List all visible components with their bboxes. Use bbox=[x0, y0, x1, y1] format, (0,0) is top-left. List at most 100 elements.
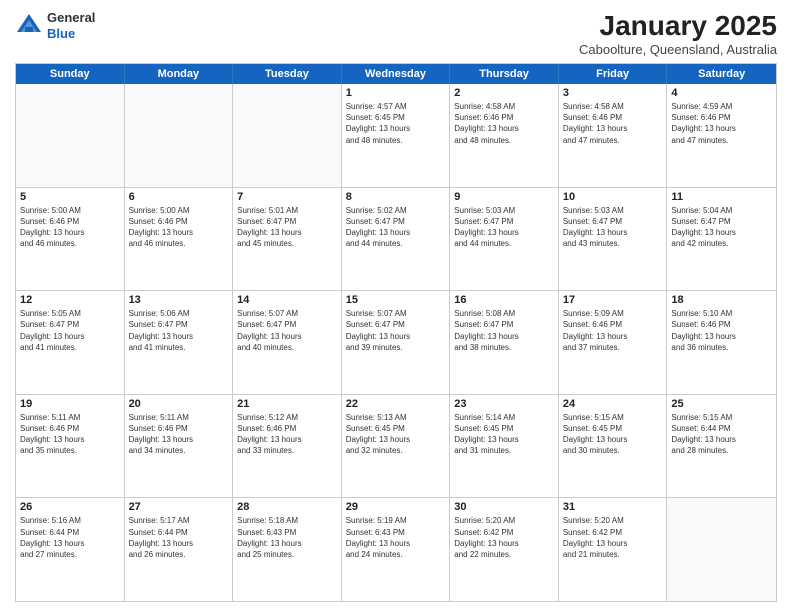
day-info: Sunrise: 5:05 AM Sunset: 6:47 PM Dayligh… bbox=[20, 308, 120, 353]
calendar-title: January 2025 bbox=[579, 10, 777, 42]
day-cell-21: 21Sunrise: 5:12 AM Sunset: 6:46 PM Dayli… bbox=[233, 395, 342, 498]
day-cell-4: 4 Sunrise: 4:59 AM Sunset: 6:46 PM Daylig… bbox=[667, 84, 776, 187]
day-number: 25 bbox=[671, 398, 772, 410]
day-cell-5: 5Sunrise: 5:00 AM Sunset: 6:46 PM Daylig… bbox=[16, 188, 125, 291]
page: General Blue January 2025 Caboolture, Qu… bbox=[0, 0, 792, 612]
day-number: 27 bbox=[129, 501, 229, 513]
day-info: Sunrise: 5:02 AM Sunset: 6:47 PM Dayligh… bbox=[346, 205, 446, 250]
day-number: 13 bbox=[129, 294, 229, 306]
logo: General Blue bbox=[15, 10, 95, 41]
day-cell-16: 16 Sunrise: 5:08 AM Sunset: 6:47 PM Dayli… bbox=[450, 291, 559, 394]
day-cell-14: 14Sunrise: 5:07 AM Sunset: 6:47 PM Dayli… bbox=[233, 291, 342, 394]
day-info: Sunrise: 5:01 AM Sunset: 6:47 PM Dayligh… bbox=[237, 205, 337, 250]
day-info: Sunrise: 5:06 AM Sunset: 6:47 PM Dayligh… bbox=[129, 308, 229, 353]
day-info: Sunrise: 5:16 AM Sunset: 6:44 PM Dayligh… bbox=[20, 515, 120, 560]
day-cell-27: 27 Sunrise: 5:17 AM Sunset: 6:44 PM Dayli… bbox=[125, 498, 234, 601]
day-number: 11 bbox=[671, 191, 772, 203]
day-number: 14 bbox=[237, 294, 337, 306]
header-day-monday: Monday bbox=[125, 64, 234, 84]
empty-cell bbox=[125, 84, 234, 187]
day-number: 1 bbox=[346, 87, 446, 99]
week-row-5: 26Sunrise: 5:16 AM Sunset: 6:44 PM Dayli… bbox=[16, 498, 776, 601]
day-info: Sunrise: 4:59 AM Sunset: 6:46 PM Dayligh… bbox=[671, 101, 772, 146]
day-cell-28: 28Sunrise: 5:18 AM Sunset: 6:43 PM Dayli… bbox=[233, 498, 342, 601]
day-number: 16 bbox=[454, 294, 554, 306]
day-info: Sunrise: 5:10 AM Sunset: 6:46 PM Dayligh… bbox=[671, 308, 772, 353]
day-info: Sunrise: 5:14 AM Sunset: 6:45 PM Dayligh… bbox=[454, 412, 554, 457]
day-cell-22: 22Sunrise: 5:13 AM Sunset: 6:45 PM Dayli… bbox=[342, 395, 451, 498]
day-cell-2: 2 Sunrise: 4:58 AM Sunset: 6:46 PM Daylig… bbox=[450, 84, 559, 187]
day-number: 17 bbox=[563, 294, 663, 306]
day-cell-1: 1 Sunrise: 4:57 AM Sunset: 6:45 PM Daylig… bbox=[342, 84, 451, 187]
day-cell-6: 6 Sunrise: 5:00 AM Sunset: 6:46 PM Daylig… bbox=[125, 188, 234, 291]
day-number: 29 bbox=[346, 501, 446, 513]
day-number: 23 bbox=[454, 398, 554, 410]
header-day-friday: Friday bbox=[559, 64, 668, 84]
day-info: Sunrise: 5:09 AM Sunset: 6:46 PM Dayligh… bbox=[563, 308, 663, 353]
day-number: 20 bbox=[129, 398, 229, 410]
day-number: 7 bbox=[237, 191, 337, 203]
header: General Blue January 2025 Caboolture, Qu… bbox=[15, 10, 777, 57]
header-day-thursday: Thursday bbox=[450, 64, 559, 84]
day-info: Sunrise: 5:08 AM Sunset: 6:47 PM Dayligh… bbox=[454, 308, 554, 353]
day-number: 5 bbox=[20, 191, 120, 203]
day-cell-12: 12 Sunrise: 5:05 AM Sunset: 6:47 PM Dayli… bbox=[16, 291, 125, 394]
header-day-wednesday: Wednesday bbox=[342, 64, 451, 84]
day-cell-23: 23 Sunrise: 5:14 AM Sunset: 6:45 PM Dayli… bbox=[450, 395, 559, 498]
week-row-2: 5 Sunrise: 5:00 AM Sunset: 6:46 PM Daylig… bbox=[16, 188, 776, 292]
day-number: 2 bbox=[454, 87, 554, 99]
day-cell-19: 19 Sunrise: 5:11 AM Sunset: 6:46 PM Dayli… bbox=[16, 395, 125, 498]
day-info: Sunrise: 5:03 AM Sunset: 6:47 PM Dayligh… bbox=[563, 205, 663, 250]
day-info: Sunrise: 5:20 AM Sunset: 6:42 PM Dayligh… bbox=[454, 515, 554, 560]
day-info: Sunrise: 5:03 AM Sunset: 6:47 PM Dayligh… bbox=[454, 205, 554, 250]
day-info: Sunrise: 5:04 AM Sunset: 6:47 PM Dayligh… bbox=[671, 205, 772, 250]
day-info: Sunrise: 5:17 AM Sunset: 6:44 PM Dayligh… bbox=[129, 515, 229, 560]
day-number: 31 bbox=[563, 501, 663, 513]
day-info: Sunrise: 5:11 AM Sunset: 6:46 PM Dayligh… bbox=[129, 412, 229, 457]
day-info: Sunrise: 5:19 AM Sunset: 6:43 PM Dayligh… bbox=[346, 515, 446, 560]
day-number: 4 bbox=[671, 87, 772, 99]
header-day-saturday: Saturday bbox=[667, 64, 776, 84]
day-cell-25: 25 Sunrise: 5:15 AM Sunset: 6:44 PM Dayli… bbox=[667, 395, 776, 498]
day-cell-30: 30 Sunrise: 5:20 AM Sunset: 6:42 PM Dayli… bbox=[450, 498, 559, 601]
day-cell-3: 3 Sunrise: 4:58 AM Sunset: 6:46 PM Daylig… bbox=[559, 84, 668, 187]
day-cell-31: 31 Sunrise: 5:20 AM Sunset: 6:42 PM Dayli… bbox=[559, 498, 668, 601]
day-number: 10 bbox=[563, 191, 663, 203]
week-row-1: 1 Sunrise: 4:57 AM Sunset: 6:45 PM Daylig… bbox=[16, 84, 776, 188]
logo-general: General bbox=[47, 10, 95, 25]
calendar: SundayMondayTuesdayWednesdayThursdayFrid… bbox=[15, 63, 777, 602]
day-info: Sunrise: 5:00 AM Sunset: 6:46 PM Dayligh… bbox=[129, 205, 229, 250]
day-cell-24: 24 Sunrise: 5:15 AM Sunset: 6:45 PM Dayli… bbox=[559, 395, 668, 498]
day-info: Sunrise: 5:15 AM Sunset: 6:44 PM Dayligh… bbox=[671, 412, 772, 457]
day-info: Sunrise: 5:20 AM Sunset: 6:42 PM Dayligh… bbox=[563, 515, 663, 560]
day-info: Sunrise: 4:58 AM Sunset: 6:46 PM Dayligh… bbox=[563, 101, 663, 146]
header-day-sunday: Sunday bbox=[16, 64, 125, 84]
day-number: 9 bbox=[454, 191, 554, 203]
day-cell-18: 18 Sunrise: 5:10 AM Sunset: 6:46 PM Dayli… bbox=[667, 291, 776, 394]
day-cell-15: 15Sunrise: 5:07 AM Sunset: 6:47 PM Dayli… bbox=[342, 291, 451, 394]
day-number: 8 bbox=[346, 191, 446, 203]
day-number: 18 bbox=[671, 294, 772, 306]
day-info: Sunrise: 4:57 AM Sunset: 6:45 PM Dayligh… bbox=[346, 101, 446, 146]
calendar-subtitle: Caboolture, Queensland, Australia bbox=[579, 42, 777, 57]
day-info: Sunrise: 4:58 AM Sunset: 6:46 PM Dayligh… bbox=[454, 101, 554, 146]
day-cell-13: 13 Sunrise: 5:06 AM Sunset: 6:47 PM Dayli… bbox=[125, 291, 234, 394]
day-info: Sunrise: 5:13 AM Sunset: 6:45 PM Dayligh… bbox=[346, 412, 446, 457]
day-number: 19 bbox=[20, 398, 120, 410]
logo-blue: Blue bbox=[47, 26, 75, 41]
day-cell-11: 11 Sunrise: 5:04 AM Sunset: 6:47 PM Dayli… bbox=[667, 188, 776, 291]
day-info: Sunrise: 5:12 AM Sunset: 6:46 PM Dayligh… bbox=[237, 412, 337, 457]
day-number: 12 bbox=[20, 294, 120, 306]
day-number: 6 bbox=[129, 191, 229, 203]
day-info: Sunrise: 5:15 AM Sunset: 6:45 PM Dayligh… bbox=[563, 412, 663, 457]
day-cell-7: 7 Sunrise: 5:01 AM Sunset: 6:47 PM Daylig… bbox=[233, 188, 342, 291]
day-info: Sunrise: 5:11 AM Sunset: 6:46 PM Dayligh… bbox=[20, 412, 120, 457]
day-number: 24 bbox=[563, 398, 663, 410]
day-number: 30 bbox=[454, 501, 554, 513]
logo-icon bbox=[15, 12, 43, 40]
day-cell-10: 10 Sunrise: 5:03 AM Sunset: 6:47 PM Dayli… bbox=[559, 188, 668, 291]
day-info: Sunrise: 5:18 AM Sunset: 6:43 PM Dayligh… bbox=[237, 515, 337, 560]
day-number: 3 bbox=[563, 87, 663, 99]
empty-cell bbox=[16, 84, 125, 187]
calendar-header: SundayMondayTuesdayWednesdayThursdayFrid… bbox=[16, 64, 776, 84]
